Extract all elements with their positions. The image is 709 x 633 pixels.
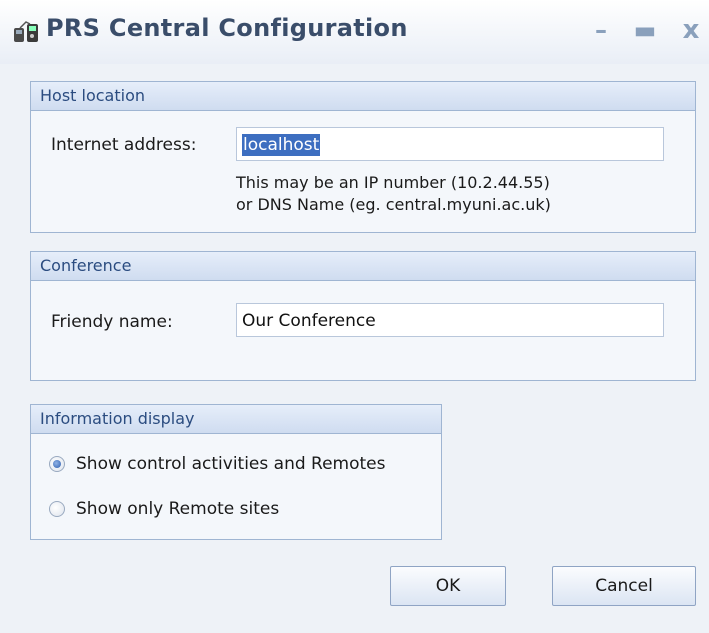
conference-header: Conference (31, 252, 695, 281)
conference-group: Conference Friendy name: Our Conference (30, 251, 696, 381)
title-bar[interactable]: PRS Central Configuration – ▬ x (0, 0, 709, 64)
config-window: PRS Central Configuration – ▬ x Host loc… (0, 0, 709, 633)
radio-checked-icon[interactable] (49, 456, 65, 472)
internet-address-value: localhost (242, 134, 321, 156)
friendly-name-label: Friendy name: (51, 312, 173, 332)
app-icon (14, 21, 38, 42)
option-label: Show only Remote sites (76, 499, 280, 519)
internet-address-label: Internet address: (51, 135, 197, 155)
option-show-remote-sites[interactable]: Show only Remote sites (49, 497, 279, 521)
address-hint-line2: or DNS Name (eg. central.myuni.ac.uk) (236, 195, 551, 214)
maximize-button[interactable]: ▬ (630, 14, 660, 46)
close-button[interactable]: x (676, 14, 706, 46)
information-display-header: Information display (31, 405, 441, 434)
cancel-button[interactable]: Cancel (552, 566, 696, 606)
host-location-group: Host location Internet address: localhos… (30, 81, 696, 233)
internet-address-input[interactable]: localhost (236, 127, 664, 161)
friendly-name-input[interactable]: Our Conference (236, 303, 664, 337)
ok-button[interactable]: OK (390, 566, 506, 606)
option-label: Show control activities and Remotes (76, 454, 386, 474)
radio-unchecked-icon[interactable] (49, 501, 65, 517)
window-title: PRS Central Configuration (46, 14, 408, 42)
option-show-control-activities[interactable]: Show control activities and Remotes (49, 452, 386, 476)
host-location-header: Host location (31, 82, 695, 111)
address-hint-line1: This may be an IP number (10.2.44.55) (236, 173, 550, 192)
information-display-group: Information display Show control activit… (30, 404, 442, 540)
minimize-button[interactable]: – (586, 14, 616, 46)
